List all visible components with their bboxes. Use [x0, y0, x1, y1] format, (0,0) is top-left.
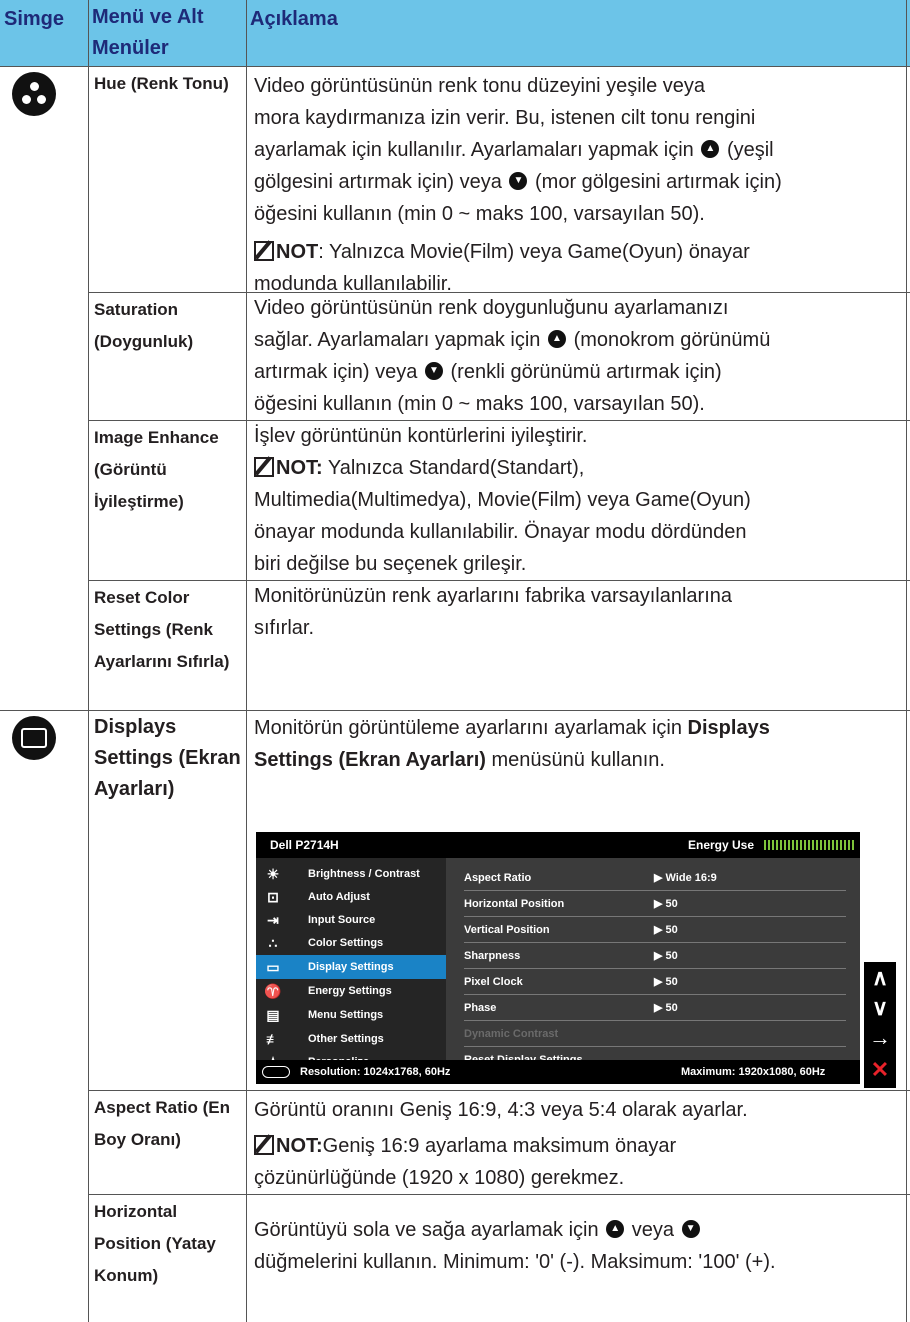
grid-line [88, 0, 89, 1322]
input-source-icon: ⇥ [267, 912, 279, 928]
osd-menu-brightness[interactable]: ☀ Brightness / Contrast [256, 862, 446, 886]
header-desc-col: Açıklama [246, 0, 910, 66]
osd-menu-auto-adjust[interactable]: ⊡ Auto Adjust [256, 885, 446, 909]
color-settings-icon [12, 72, 56, 116]
osd-setting-sharpness[interactable]: Sharpness ▶ 50 [464, 942, 846, 969]
osd-menu: ☀ Brightness / Contrast ⊡ Auto Adjust ⇥ Inp… [256, 858, 446, 1070]
up-button-icon: ▲ [606, 1219, 625, 1238]
grid-line [0, 710, 910, 711]
osd-menu-menu-settings[interactable]: ▤ Menu Settings [256, 1003, 446, 1027]
osd-menu-other-settings[interactable]: ≢ Other Settings [256, 1027, 446, 1051]
grid-line [88, 1090, 910, 1091]
note-icon [254, 240, 274, 261]
displays-description: Monitörün görüntüleme ayarlarını ayarlam… [254, 717, 770, 771]
up-arrow-icon[interactable]: ∧ [868, 966, 892, 990]
sun-icon: ☀ [266, 866, 280, 882]
osd-setting-phase[interactable]: Phase ▶ 50 [464, 994, 846, 1021]
auto-adjust-icon: ⊡ [267, 889, 279, 905]
osd-screenshot: Dell P2714H Energy Use ☀ Brightness / Con… [256, 832, 860, 1084]
leaf-icon: ♈ [264, 983, 282, 999]
osd-setting-pixel-clock[interactable]: Pixel Clock ▶ 50 [464, 968, 846, 995]
osd-model: Dell P2714H [270, 838, 339, 852]
osd-maximum: Maximum: 1920x1080, 60Hz [681, 1066, 826, 1078]
osd-menu-color-settings[interactable]: ∴ Color Settings [256, 931, 446, 955]
header-menu-col: Menü ve Alt Menüler [88, 0, 246, 66]
note-icon [254, 456, 274, 477]
up-button-icon: ▲ [548, 329, 566, 348]
grid-line [246, 0, 247, 1322]
osd-title-bar: Dell P2714H Energy Use [256, 832, 860, 858]
osd-resolution: Resolution: 1024x1768, 60Hz [300, 1066, 451, 1078]
osd-menu-input-source[interactable]: ⇥ Input Source [256, 908, 446, 932]
down-button-icon: ▼ [424, 361, 443, 380]
settings-table: Simge Menü ve Alt Menüler Açıklama Hue (… [0, 0, 910, 1322]
down-button-icon: ▼ [509, 171, 528, 190]
color-dots-icon: ∴ [268, 935, 278, 951]
grid-line [0, 66, 910, 67]
image-enhance-description: İşlev görüntünün kontürlerini iyileştiri… [254, 425, 751, 575]
down-button-icon: ▼ [681, 1219, 700, 1238]
hue-description: Video görüntüsünün renk tonu düzeyini ye… [254, 75, 782, 295]
header-icon-col: Simge [0, 0, 88, 66]
grid-line [88, 1194, 910, 1195]
menu-name-displays: Displays Settings (Ekran Ayarları) [94, 716, 241, 800]
vga-connector-icon [262, 1066, 290, 1078]
menu-name-horizontal-position: Horizontal Position (Yatay Konum) [94, 1202, 216, 1285]
energy-meter [764, 840, 856, 850]
menu-name-image-enhance: Image Enhance (Görüntü İyileştirme) [94, 428, 219, 511]
horizontal-position-description: Görüntüyü sola ve sağa ayarlamak için ▲ … [254, 1219, 776, 1273]
grid-line [906, 0, 907, 1322]
aspect-ratio-description: Görüntü oranını Geniş 16:9, 4:3 veya 5:4… [254, 1099, 748, 1189]
osd-setting-horizontal-position[interactable]: Horizontal Position ▶ 50 [464, 890, 846, 917]
menu-name-saturation: Saturation (Doygunluk) [94, 300, 194, 351]
osd-menu-energy-settings[interactable]: ♈ Energy Settings [256, 979, 446, 1003]
osd-setting-vertical-position[interactable]: Vertical Position ▶ 50 [464, 916, 846, 943]
reset-color-description: Monitörünüzün renk ayarlarını fabrika va… [254, 585, 733, 639]
close-icon[interactable]: ✕ [868, 1058, 892, 1082]
right-arrow-icon[interactable]: → [868, 1026, 892, 1050]
display-settings-icon [12, 716, 56, 760]
note-icon [254, 1134, 274, 1155]
menu-name-hue: Hue (Renk Tonu) [94, 74, 229, 93]
saturation-description: Video görüntüsünün renk doygunluğunu aya… [254, 297, 771, 415]
sliders-icon: ≢ [266, 1031, 280, 1047]
down-arrow-icon[interactable]: ∨ [868, 996, 892, 1020]
display-icon: ▭ [266, 959, 280, 975]
osd-menu-display-settings[interactable]: ▭ Display Settings [256, 955, 446, 979]
menu-icon: ▤ [266, 1007, 280, 1023]
up-button-icon: ▲ [701, 139, 720, 158]
menu-name-aspect-ratio: Aspect Ratio (En Boy Oranı) [94, 1098, 231, 1149]
osd-status-bar: Resolution: 1024x1768, 60Hz Maximum: 192… [256, 1060, 860, 1084]
osd-energy-label: Energy Use [688, 838, 755, 852]
menu-name-reset-color: Reset Color Settings (Renk Ayarlarını Sı… [94, 588, 230, 671]
osd-setting-dynamic-contrast: Dynamic Contrast [464, 1020, 846, 1047]
osd-setting-aspect-ratio[interactable]: Aspect Ratio ▶ Wide 16:9 [464, 864, 846, 891]
